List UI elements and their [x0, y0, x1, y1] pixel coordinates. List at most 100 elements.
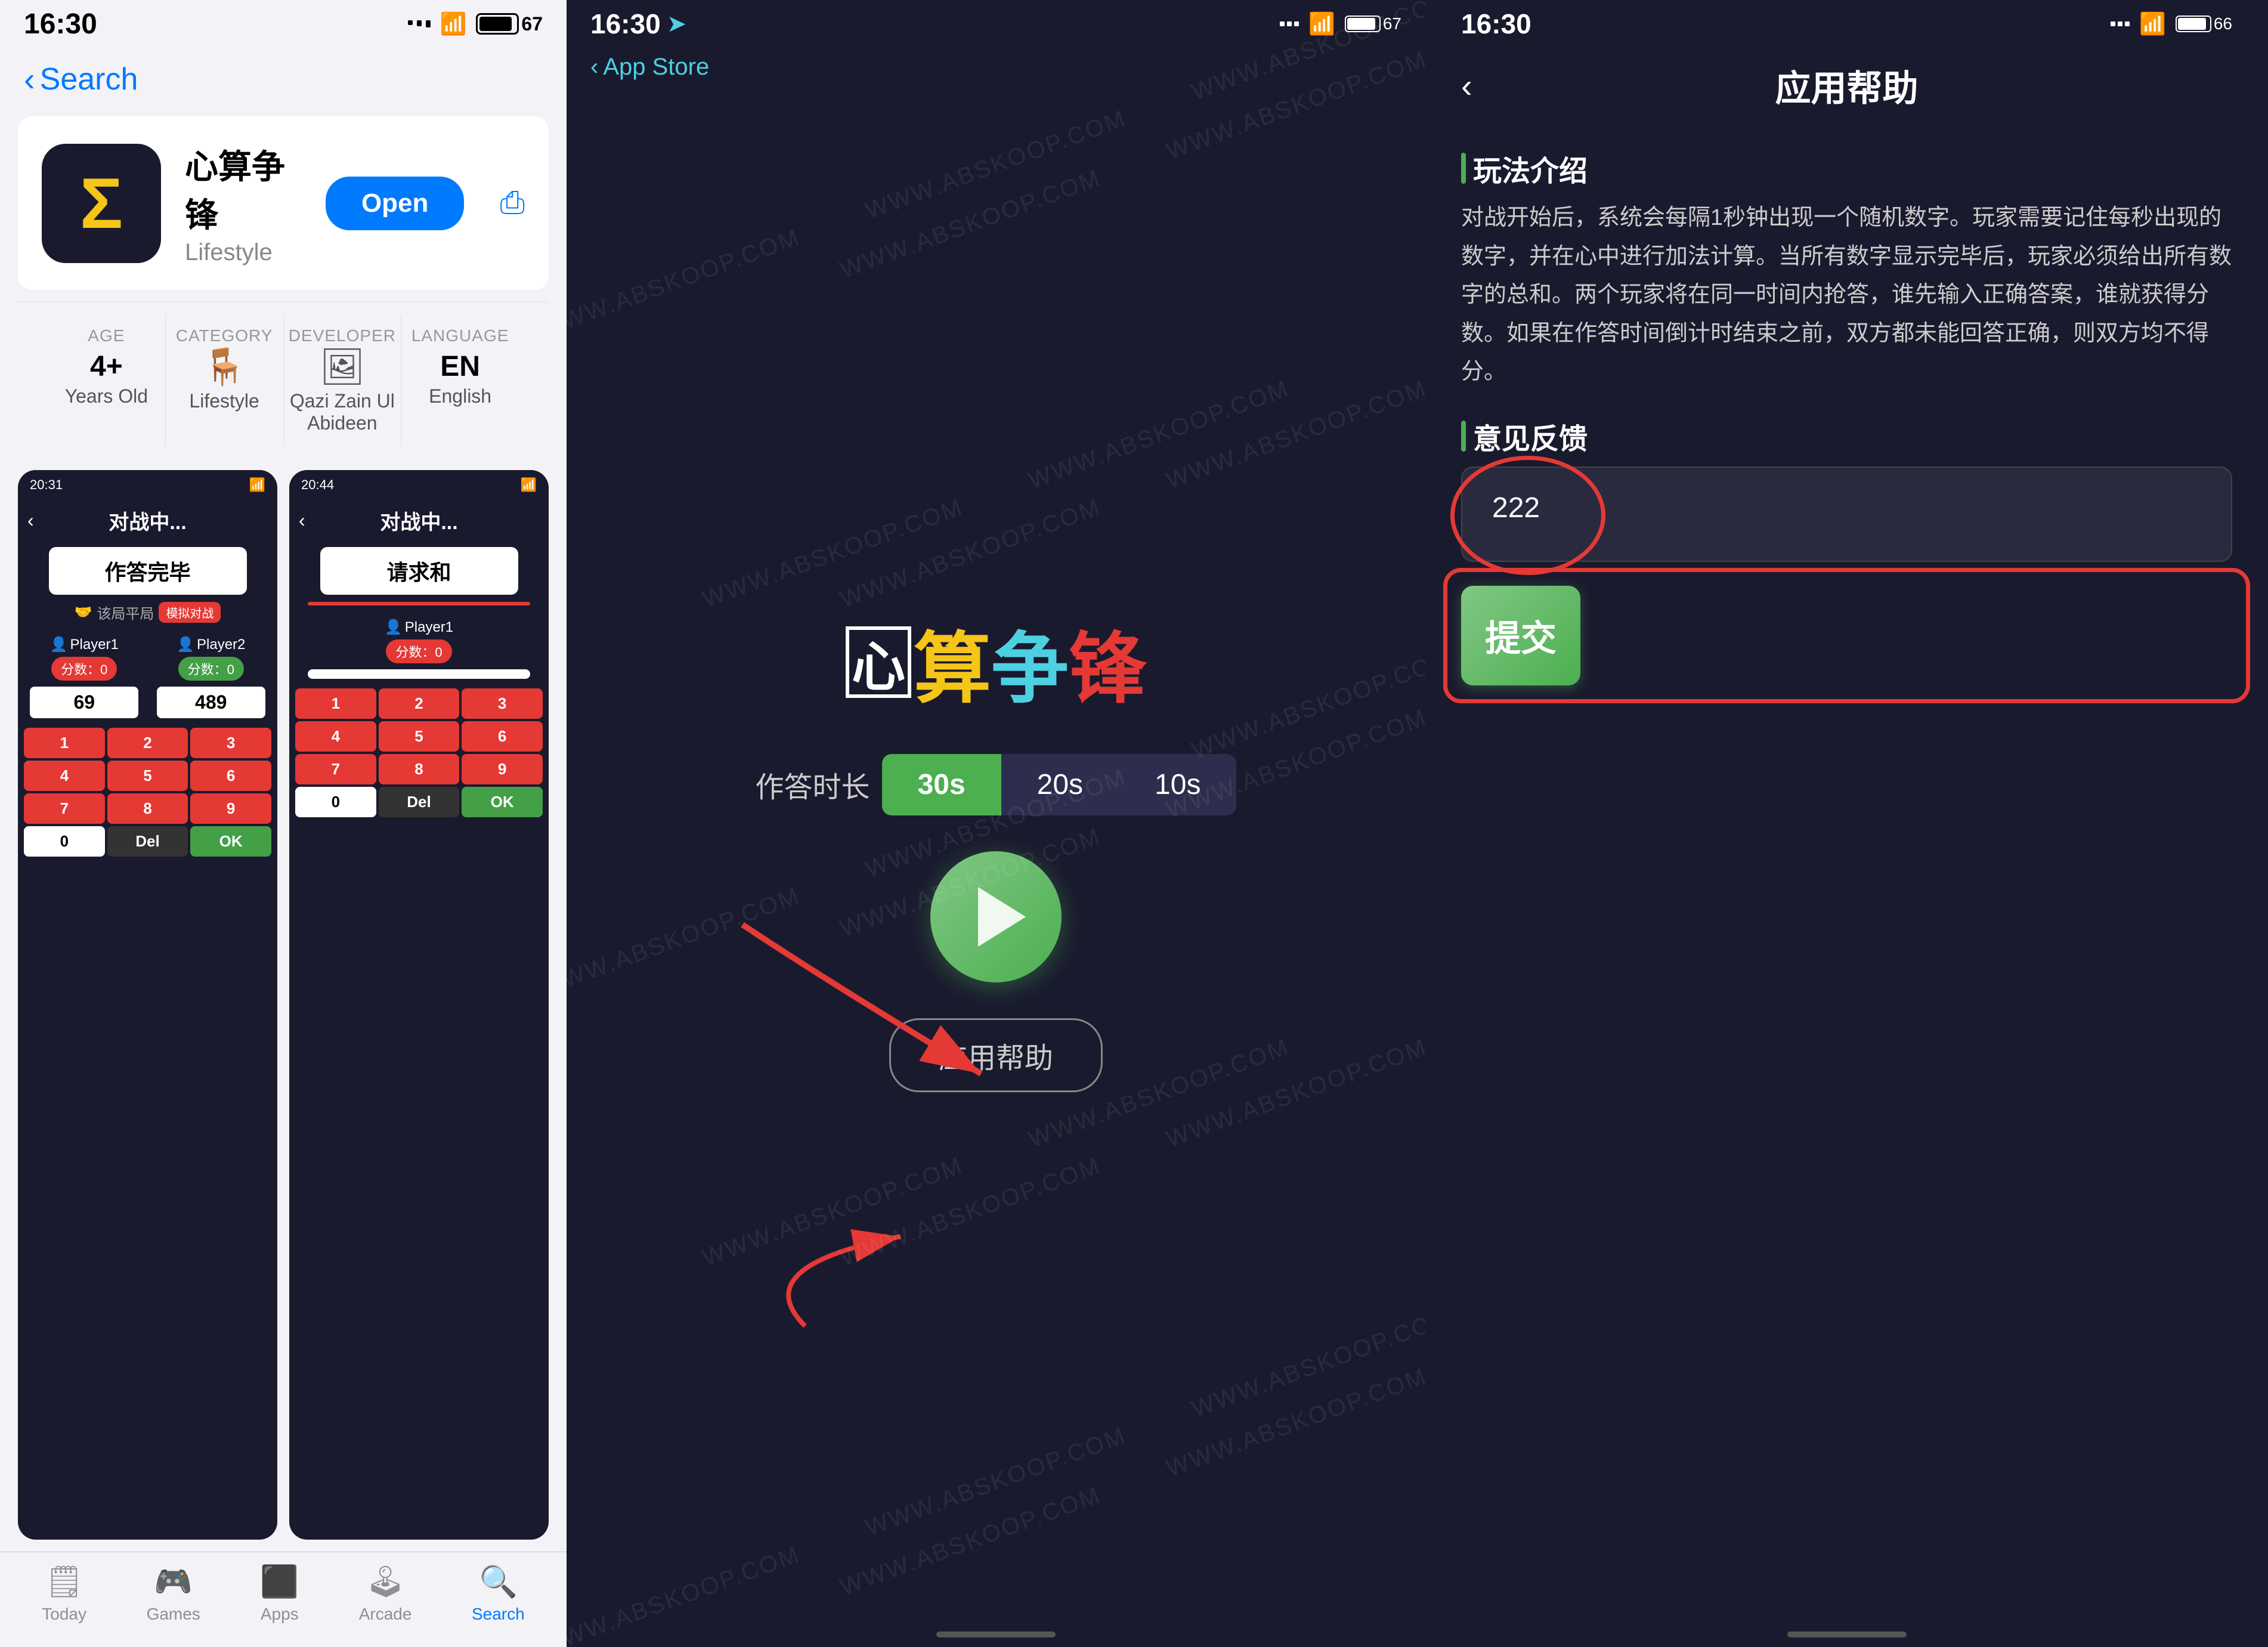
mock-wifi-1: 📶: [249, 477, 265, 493]
search-header: ‹ Search: [0, 48, 567, 104]
key2-7: 7: [295, 754, 376, 784]
mid-battery-label: 67: [1383, 14, 1401, 33]
key-0: 0: [24, 826, 105, 857]
meta-category-label: CATEGORY: [166, 326, 283, 345]
mock-mode-tag: 模拟对战: [159, 602, 221, 623]
app-card: Σ 心算争锋 Lifestyle Open ⎙: [18, 116, 549, 290]
nav-arcade[interactable]: 🕹 Arcade: [359, 1563, 412, 1624]
key-2: 2: [107, 728, 188, 758]
app-icon: Σ: [42, 144, 161, 263]
meta-language-label: LANGUAGE: [401, 326, 519, 345]
player1-input: [308, 669, 531, 679]
key-5: 5: [107, 761, 188, 791]
mid-status-icons: 📶 67: [1280, 11, 1401, 36]
key2-6: 6: [462, 721, 543, 752]
mock-back-icon-1: ‹: [27, 509, 34, 532]
feedback-input-value[interactable]: 222: [1492, 492, 1540, 524]
mock-header-2: ‹ 对战中...: [289, 500, 549, 541]
right-home-bar: [1787, 1631, 1907, 1637]
player1-score: 分数：0: [51, 657, 117, 681]
key2-1: 1: [295, 688, 376, 719]
time-option-10s[interactable]: 10s: [1119, 754, 1236, 815]
key2-0: 0: [295, 787, 376, 817]
mid-home-indicator: [567, 1611, 1425, 1647]
share-icon[interactable]: ⎙: [500, 185, 525, 221]
search-back-link[interactable]: ‹ Search: [24, 60, 543, 98]
mid-back-label: App Store: [603, 54, 709, 81]
key-8: 8: [107, 793, 188, 824]
mid-wifi-icon: 📶: [1308, 11, 1335, 36]
status-icons: 📶 67: [408, 11, 543, 36]
submit-button[interactable]: 提交: [1461, 586, 1580, 685]
time-option-20s[interactable]: 20s: [1001, 754, 1119, 815]
app-icon-sigma: Σ: [80, 162, 123, 245]
preview-main: 心 算 争 锋 作答时长 30s 20s 10s 应用帮助: [567, 86, 1425, 1611]
key2-2: 2: [379, 688, 460, 719]
help-button[interactable]: 应用帮助: [889, 1018, 1103, 1092]
app-meta: AGE 4+ Years Old CATEGORY 🪑 Lifestyle DE…: [18, 302, 549, 458]
developer-icon: 🖼: [284, 345, 401, 388]
preview-logo: 心 算 争 锋: [846, 606, 1146, 718]
mock-wifi-2: 📶: [521, 477, 537, 493]
battery-label: 67: [521, 13, 543, 35]
nav-games-label: Games: [147, 1605, 200, 1624]
battery-icon: [476, 13, 519, 35]
bottom-nav: 🗒 Today 🎮 Games ⬛ Apps 🕹 Arcade 🔍 Search: [0, 1552, 567, 1647]
mock-game-status: 🤝 该局平局 模拟对战: [75, 602, 221, 623]
search-label[interactable]: Search: [40, 61, 138, 97]
time-selector[interactable]: 30s 20s 10s: [882, 754, 1237, 815]
app-category: Lifestyle: [185, 239, 302, 266]
mock-header-1: ‹ 对战中...: [18, 500, 277, 541]
arcade-icon: 🕹: [366, 1563, 405, 1600]
app-name: 心算争锋: [185, 140, 302, 237]
right-status-time: 16:30: [1461, 8, 1531, 40]
meta-category-sub: Lifestyle: [166, 390, 283, 412]
category-icon: 🪑: [166, 345, 283, 388]
search-nav-icon: 🔍: [479, 1563, 518, 1600]
nav-today[interactable]: 🗒 Today: [42, 1563, 86, 1624]
right-status-bar: 16:30 📶 66: [1425, 0, 2268, 48]
key-ok: OK: [190, 826, 271, 857]
app-info: 心算争锋 Lifestyle: [185, 140, 302, 266]
nav-apps[interactable]: ⬛ Apps: [260, 1563, 299, 1624]
today-icon: 🗒: [45, 1563, 84, 1600]
mock-title-2: 对战中...: [380, 506, 457, 535]
help-panel: WWW.ABSKOOP.COMWWW.ABSKOOP.COM WWW.ABSKO…: [1425, 0, 2268, 1647]
gameplay-text: 对战开始后，系统会每隔1秒钟出现一个随机数字。玩家需要记住每秒出现的数字，并在心…: [1461, 199, 2232, 391]
nav-apps-label: Apps: [261, 1605, 299, 1624]
key-9: 9: [190, 793, 271, 824]
key-del: Del: [107, 826, 188, 857]
meta-age: AGE 4+ Years Old: [48, 314, 166, 446]
play-button[interactable]: [930, 851, 1062, 982]
mock-request-label: 请求和: [320, 547, 518, 595]
right-status-icons: 📶 66: [2111, 11, 2232, 36]
meta-age-label: AGE: [48, 326, 165, 345]
screenshots-area: 20:31 📶 ‹ 对战中... 作答完毕 🤝 该局平局 模拟对战: [0, 458, 567, 1552]
nav-games[interactable]: 🎮 Games: [147, 1563, 200, 1624]
arrows-svg: [567, 86, 1425, 1611]
player2-num: 489: [157, 687, 265, 718]
meta-language-value: EN: [401, 350, 519, 383]
time-option-30s[interactable]: 30s: [882, 754, 1001, 815]
help-back-button[interactable]: ‹: [1461, 66, 1472, 105]
time-selector-label: 作答时长: [756, 764, 870, 805]
help-title: 应用帮助: [1775, 60, 1919, 112]
mock-body-1: 作答完毕 🤝 该局平局 模拟对战 👤Player1 分数：0 69: [18, 541, 277, 1540]
key2-9: 9: [462, 754, 543, 784]
logo-char-xin: 心: [846, 626, 911, 698]
help-content: 玩法介绍 对战开始后，系统会每隔1秒钟出现一个随机数字。玩家需要记住每秒出现的数…: [1425, 123, 2268, 1611]
chevron-left-icon: ‹: [24, 60, 35, 98]
open-button[interactable]: Open: [326, 177, 464, 230]
nav-search[interactable]: 🔍 Search: [472, 1563, 525, 1624]
games-icon: 🎮: [154, 1563, 193, 1600]
mock-keypad-1: 1 2 3 4 5 6 7 8 9 0 Del OK: [24, 728, 271, 857]
help-header: ‹ 应用帮助: [1425, 48, 2268, 123]
mock-players-2: 👤Player1 分数：0: [295, 619, 543, 681]
wifi-icon: 📶: [440, 11, 467, 36]
mock-player1-s2: 👤Player1 分数：0: [295, 619, 543, 681]
mock-player1: 👤Player1 分数：0 69: [24, 636, 145, 721]
section-feedback: 意见反馈 222 提交: [1461, 415, 2232, 685]
mid-app-store-back[interactable]: ‹ App Store: [567, 48, 1425, 86]
nav-today-label: Today: [42, 1605, 86, 1624]
mock-time-2: 20:44: [301, 477, 334, 493]
